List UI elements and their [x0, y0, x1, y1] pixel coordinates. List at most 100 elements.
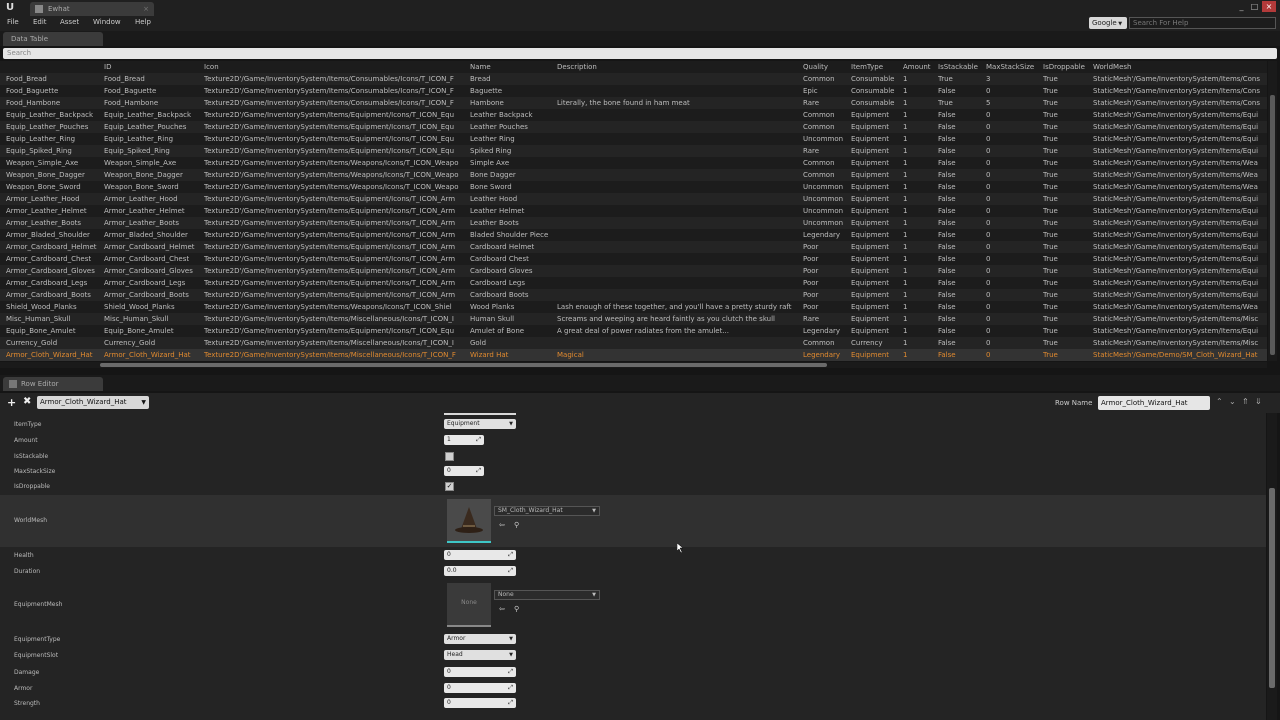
- menu-file[interactable]: File: [7, 18, 19, 26]
- menu-asset[interactable]: Asset: [60, 18, 79, 26]
- column-header[interactable]: Description: [557, 61, 801, 73]
- scrollbar-thumb[interactable]: [100, 363, 827, 367]
- table-row[interactable]: Equip_Leather_Backpack Equip_Leather_Back…: [0, 109, 1267, 121]
- table-row[interactable]: Food_Hambone Food_Hambone Texture2D'/Game/…: [0, 97, 1267, 109]
- scrollbar-thumb[interactable]: [1270, 95, 1275, 355]
- use-selected-icon[interactable]: ⇦: [499, 521, 507, 529]
- data-table-tab[interactable]: Data Table: [3, 32, 103, 46]
- row-editor-tab[interactable]: Row Editor: [3, 377, 103, 391]
- table-row[interactable]: Armor_Cardboard_Legs Armor_Cardboard_Legs…: [0, 277, 1267, 289]
- maximize-icon[interactable]: □: [1249, 1, 1260, 12]
- spin-arrows-icon[interactable]: ⤢: [508, 550, 513, 560]
- table-row[interactable]: Shield_Wood_Planks Shield_Wood_Planks Text…: [0, 301, 1267, 313]
- row-select-combo[interactable]: Armor_Cloth_Wizard_Hat ▼: [37, 396, 149, 409]
- row-name-input[interactable]: Armor_Cloth_Wizard_Hat: [1098, 396, 1210, 410]
- table-row[interactable]: Armor_Leather_Hood Armor_Leather_Hood Text…: [0, 193, 1267, 205]
- equipment-type-combo[interactable]: Armor ▼: [444, 634, 516, 644]
- menu-help[interactable]: Help: [135, 18, 151, 26]
- duration-input[interactable]: 0.0 ⤢: [444, 566, 516, 576]
- table-row[interactable]: Armor_Leather_Helmet Armor_Leather_Helmet…: [0, 205, 1267, 217]
- unreal-logo-icon[interactable]: U: [2, 1, 18, 15]
- spin-arrows-icon[interactable]: ⤢: [508, 683, 513, 693]
- grid-vertical-scrollbar[interactable]: [1268, 61, 1277, 361]
- table-row[interactable]: Armor_Leather_Boots Armor_Leather_Boots Te…: [0, 217, 1267, 229]
- table-row[interactable]: Equip_Spiked_Ring Equip_Spiked_Ring Textur…: [0, 145, 1267, 157]
- world-mesh-thumbnail[interactable]: [447, 499, 491, 543]
- move-down-icon[interactable]: ⌄: [1229, 397, 1237, 406]
- table-row[interactable]: Currency_Gold Currency_Gold Texture2D'/Gam…: [0, 337, 1267, 349]
- column-header[interactable]: MaxStackSize: [986, 61, 1041, 73]
- table-row[interactable]: Armor_Bladed_Shoulder Armor_Bladed_Should…: [0, 229, 1267, 241]
- spin-arrows-icon[interactable]: ⤢: [476, 466, 481, 476]
- equipment-mesh-combo[interactable]: None ▼: [494, 590, 600, 600]
- is-droppable-checkbox[interactable]: ✓: [445, 482, 454, 491]
- equipment-mesh-thumbnail[interactable]: None: [447, 583, 491, 627]
- column-header[interactable]: Quality: [803, 61, 849, 73]
- help-search-input[interactable]: Search For Help: [1129, 17, 1276, 29]
- is-stackable-checkbox[interactable]: [445, 452, 454, 461]
- spin-arrows-icon[interactable]: ⤢: [508, 667, 513, 677]
- column-header[interactable]: IsStackable: [938, 61, 984, 73]
- table-row[interactable]: Weapon_Bone_Dagger Weapon_Bone_Dagger Text…: [0, 169, 1267, 181]
- spin-arrows-icon[interactable]: ⤢: [476, 435, 481, 445]
- max-stack-size-input[interactable]: 0 ⤢: [444, 466, 484, 476]
- close-window-icon[interactable]: ×: [1262, 1, 1276, 12]
- properties-scrollbar[interactable]: [1267, 413, 1277, 720]
- document-tab[interactable]: Ewhat ×: [30, 2, 154, 16]
- table-row[interactable]: Food_Bread Food_Bread Texture2D'/Game/Inve…: [0, 73, 1267, 85]
- armor-input[interactable]: 0 ⤢: [444, 683, 516, 693]
- column-header[interactable]: Name: [470, 61, 555, 73]
- table-row[interactable]: Armor_Cardboard_Helmet Armor_Cardboard_He…: [0, 241, 1267, 253]
- spin-arrows-icon[interactable]: ⤢: [508, 698, 513, 708]
- menu-bar: File Edit Asset Window Help: [0, 16, 1280, 31]
- data-table-search-input[interactable]: Search: [3, 48, 1277, 59]
- table-cell: 0: [986, 123, 991, 131]
- table-cell: True: [1043, 267, 1058, 275]
- world-mesh-combo[interactable]: SM_Cloth_Wizard_Hat ▼: [494, 506, 600, 516]
- browse-search-icon[interactable]: ⚲: [514, 605, 522, 613]
- column-header[interactable]: Amount: [903, 61, 936, 73]
- move-up-icon[interactable]: ⌃: [1216, 397, 1224, 406]
- amount-input[interactable]: 1 ⤢: [444, 435, 484, 445]
- table-row[interactable]: Equip_Leather_Ring Equip_Leather_Ring Text…: [0, 133, 1267, 145]
- table-cell: Armor_Leather_Hood: [6, 195, 80, 203]
- grid-horizontal-scrollbar[interactable]: [0, 362, 1267, 368]
- column-header[interactable]: WorldMesh: [1093, 61, 1267, 73]
- table-row[interactable]: Food_Baguette Food_Baguette Texture2D'/Gam…: [0, 85, 1267, 97]
- column-header[interactable]: Icon: [204, 61, 468, 73]
- browse-search-icon[interactable]: ⚲: [514, 521, 522, 529]
- table-row[interactable]: Armor_Cardboard_Boots Armor_Cardboard_Boo…: [0, 289, 1267, 301]
- column-header[interactable]: ItemType: [851, 61, 901, 73]
- table-row[interactable]: Armor_Cloth_Wizard_Hat Armor_Cloth_Wizard…: [0, 349, 1267, 361]
- search-provider-select[interactable]: Google ▼: [1089, 17, 1127, 29]
- item-type-combo[interactable]: Equipment ▼: [444, 419, 516, 429]
- column-header[interactable]: IsDroppable: [1043, 61, 1091, 73]
- minimize-icon[interactable]: _: [1236, 1, 1247, 12]
- column-header[interactable]: ID: [104, 61, 202, 73]
- table-cell: StaticMesh'/Game/InventorySystem/Items/E…: [1093, 135, 1259, 143]
- table-row[interactable]: Weapon_Bone_Sword Weapon_Bone_Sword Textur…: [0, 181, 1267, 193]
- table-cell: [557, 265, 801, 277]
- menu-window[interactable]: Window: [93, 18, 121, 26]
- table-row[interactable]: Equip_Bone_Amulet Equip_Bone_Amulet Textur…: [0, 325, 1267, 337]
- equipment-slot-combo[interactable]: Head ▼: [444, 650, 516, 660]
- table-row[interactable]: Armor_Cardboard_Gloves Armor_Cardboard_Gl…: [0, 265, 1267, 277]
- health-input[interactable]: 0 ⤢: [444, 550, 516, 560]
- remove-row-icon[interactable]: ✖: [23, 396, 31, 407]
- table-row[interactable]: Equip_Leather_Pouches Equip_Leather_Pouch…: [0, 121, 1267, 133]
- move-bottom-icon[interactable]: ⇓: [1255, 397, 1263, 406]
- damage-input[interactable]: 0 ⤢: [444, 667, 516, 677]
- menu-edit[interactable]: Edit: [33, 18, 47, 26]
- table-row[interactable]: Misc_Human_Skull Misc_Human_Skull Texture2…: [0, 313, 1267, 325]
- spin-arrows-icon[interactable]: ⤢: [508, 566, 513, 576]
- table-row[interactable]: Weapon_Simple_Axe Weapon_Simple_Axe Textur…: [0, 157, 1267, 169]
- strength-input[interactable]: 0 ⤢: [444, 698, 516, 708]
- column-header[interactable]: [6, 61, 102, 73]
- table-cell: 0: [986, 303, 991, 311]
- move-top-icon[interactable]: ⇑: [1242, 397, 1250, 406]
- use-selected-icon[interactable]: ⇦: [499, 605, 507, 613]
- close-icon[interactable]: ×: [143, 2, 149, 16]
- table-row[interactable]: Armor_Cardboard_Chest Armor_Cardboard_Che…: [0, 253, 1267, 265]
- add-row-icon[interactable]: +: [7, 396, 16, 409]
- scrollbar-thumb[interactable]: [1269, 488, 1275, 688]
